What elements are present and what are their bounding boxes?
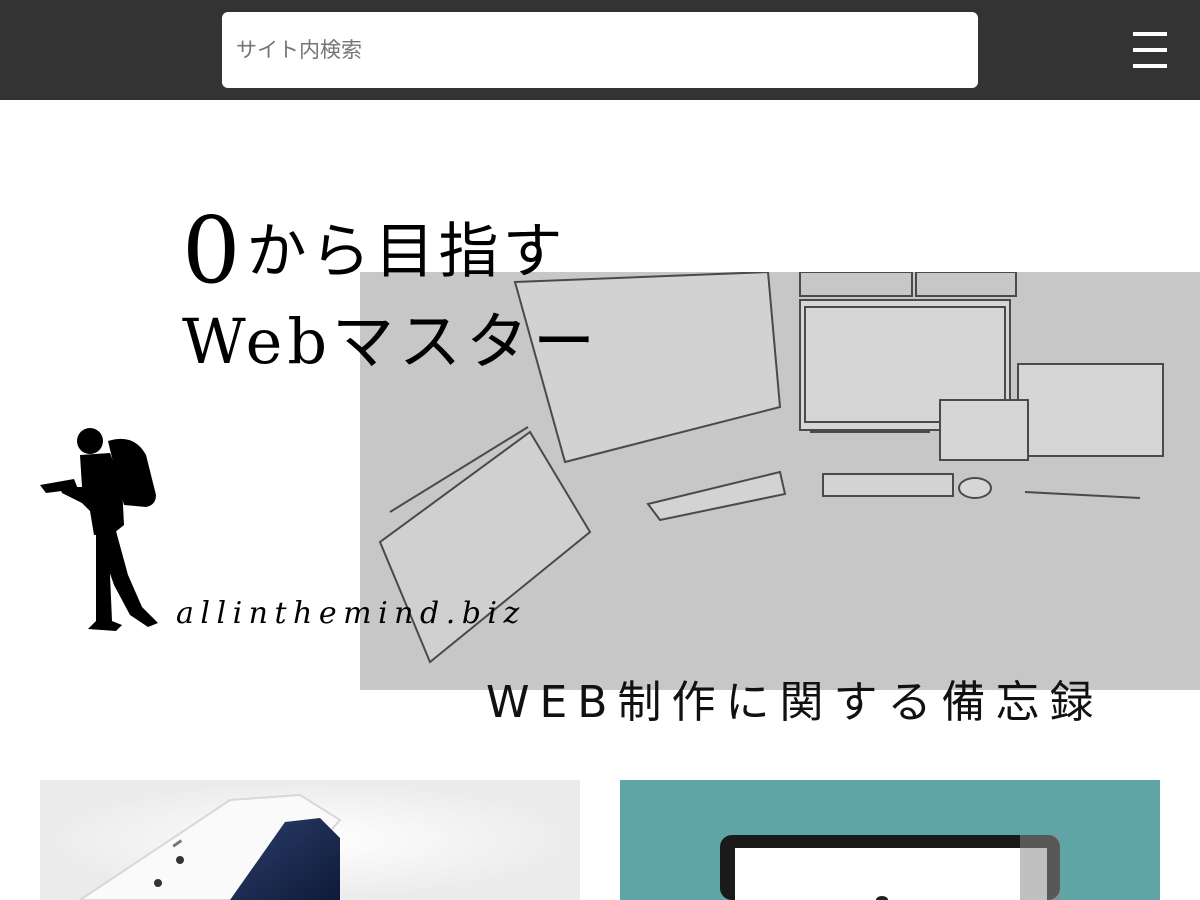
site-logo-title[interactable]: 0 から目指す Webマスター <box>182 205 600 373</box>
logo-title-line2: Webマスター <box>182 305 601 378</box>
hamburger-icon <box>1133 64 1167 68</box>
hamburger-icon <box>1133 32 1167 36</box>
logo-title-line1: から目指す <box>246 217 567 287</box>
hiker-silhouette-icon <box>40 428 158 631</box>
top-bar <box>0 0 1200 100</box>
hamburger-icon <box>1133 48 1167 52</box>
site-search-input[interactable] <box>222 12 978 88</box>
article-card[interactable] <box>620 780 1160 900</box>
smartphone-thumbnail-image <box>40 780 580 900</box>
site-tagline: WEB制作に関する備忘録 <box>486 677 1104 728</box>
hamburger-menu-button[interactable] <box>1130 30 1170 70</box>
article-card[interactable] <box>40 780 580 900</box>
laptop-thumbnail-image <box>620 780 1160 900</box>
logo-zero: 0 <box>182 197 241 304</box>
site-domain-text: allinthemind.biz <box>176 596 526 631</box>
